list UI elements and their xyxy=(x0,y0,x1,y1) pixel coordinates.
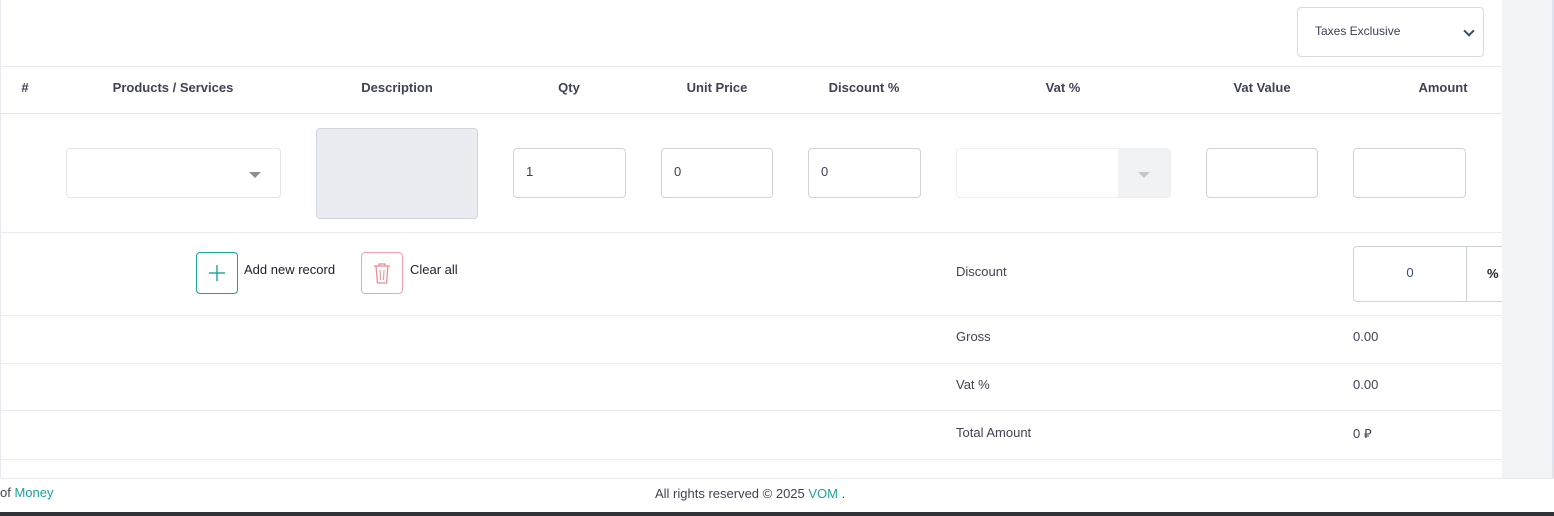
vat-total-value: 0.00 xyxy=(1353,377,1379,392)
discount-type-select[interactable]: % · xyxy=(1466,246,1503,302)
column-header-unit-price: Unit Price xyxy=(686,80,748,95)
description-textarea[interactable] xyxy=(316,128,478,219)
tax-mode-value: Taxes Exclusive xyxy=(1315,24,1401,38)
header-divider xyxy=(1,113,1503,114)
gross-value: 0.00 xyxy=(1353,329,1379,344)
column-header-vat-pct: Vat % xyxy=(1045,80,1081,95)
amount-input[interactable] xyxy=(1353,148,1466,198)
vat-pct-select[interactable] xyxy=(956,148,1171,198)
column-header-amount: Amount xyxy=(1418,80,1468,95)
discount-label: Discount xyxy=(956,264,1007,279)
column-header-vat-value: Vat Value xyxy=(1233,80,1291,95)
right-sidebar-strip xyxy=(1502,0,1554,478)
caret-down-icon xyxy=(249,172,261,178)
discount-input[interactable]: 0 xyxy=(1353,246,1467,302)
divider xyxy=(1,363,1503,364)
tax-mode-select[interactable]: Taxes Exclusive xyxy=(1297,7,1484,57)
qty-input[interactable]: 1 xyxy=(513,148,626,198)
chevron-down-icon xyxy=(1463,25,1475,37)
invoice-items-panel: Taxes Exclusive # Products / Services De… xyxy=(0,0,1503,478)
footer-copyright: All rights reserved © 2025 VOM . xyxy=(655,486,845,501)
vat-value-input[interactable] xyxy=(1206,148,1318,198)
footer-brand-link[interactable]: VOM xyxy=(808,486,838,501)
caret-down-icon xyxy=(1138,172,1150,178)
divider xyxy=(1,66,1503,67)
product-select[interactable] xyxy=(66,148,281,198)
column-header-discount: Discount % xyxy=(828,80,900,95)
footer-left-text: of Money xyxy=(0,485,54,500)
footer-left-prefix: of xyxy=(0,485,11,500)
trash-icon xyxy=(374,263,390,284)
footer: of Money All rights reserved © 2025 VOM … xyxy=(0,478,1554,512)
column-header-products: Products / Services xyxy=(112,80,234,95)
divider xyxy=(1,459,1503,460)
divider xyxy=(1,410,1503,411)
divider xyxy=(1,315,1503,316)
add-record-button[interactable] xyxy=(196,252,238,294)
plus-icon xyxy=(209,265,225,281)
total-amount-value: 0 ⃁ xyxy=(1353,425,1372,442)
column-header-index: # xyxy=(21,80,29,95)
footer-suffix: . xyxy=(841,486,846,501)
vat-total-label: Vat % xyxy=(956,377,990,392)
vat-dropdown-toggle[interactable] xyxy=(1118,149,1170,197)
row-divider xyxy=(1,232,1503,233)
footer-money-link[interactable]: Money xyxy=(14,485,53,500)
column-header-qty: Qty xyxy=(558,80,580,95)
total-amount-label: Total Amount xyxy=(956,425,1032,440)
gross-label: Gross xyxy=(956,329,991,344)
add-record-label[interactable]: Add new record xyxy=(244,262,335,277)
window-bottom-bar xyxy=(0,512,1554,516)
total-amount-number: 0 xyxy=(1353,426,1361,441)
clear-all-button[interactable] xyxy=(361,252,403,294)
discount-pct-input[interactable]: 0 xyxy=(808,148,921,198)
column-header-description: Description xyxy=(361,80,433,95)
footer-rights-text: All rights reserved © 2025 xyxy=(655,486,805,501)
riyal-currency-icon: ⃁ xyxy=(1363,426,1372,441)
clear-all-label[interactable]: Clear all xyxy=(410,262,458,277)
unit-price-input[interactable]: 0 xyxy=(661,148,773,198)
